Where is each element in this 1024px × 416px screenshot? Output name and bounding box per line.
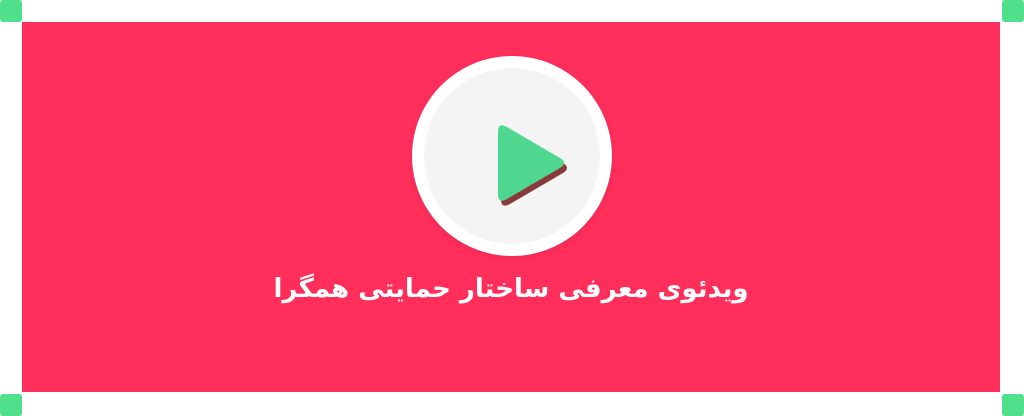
play-icon: [498, 125, 567, 206]
video-banner: ویدئوی معرفی ساختار حمایتی همگرا: [22, 22, 1000, 392]
play-button[interactable]: [412, 56, 612, 256]
canvas: ویدئوی معرفی ساختار حمایتی همگرا: [0, 0, 1024, 416]
corner-handle-bottom-right[interactable]: [1002, 394, 1024, 416]
corner-handle-top-right[interactable]: [1002, 0, 1024, 22]
corner-handle-top-left[interactable]: [0, 0, 22, 22]
play-button-inner: [424, 68, 600, 244]
corner-handle-bottom-left[interactable]: [0, 394, 22, 416]
video-caption: ویدئوی معرفی ساختار حمایتی همگرا: [273, 274, 749, 304]
